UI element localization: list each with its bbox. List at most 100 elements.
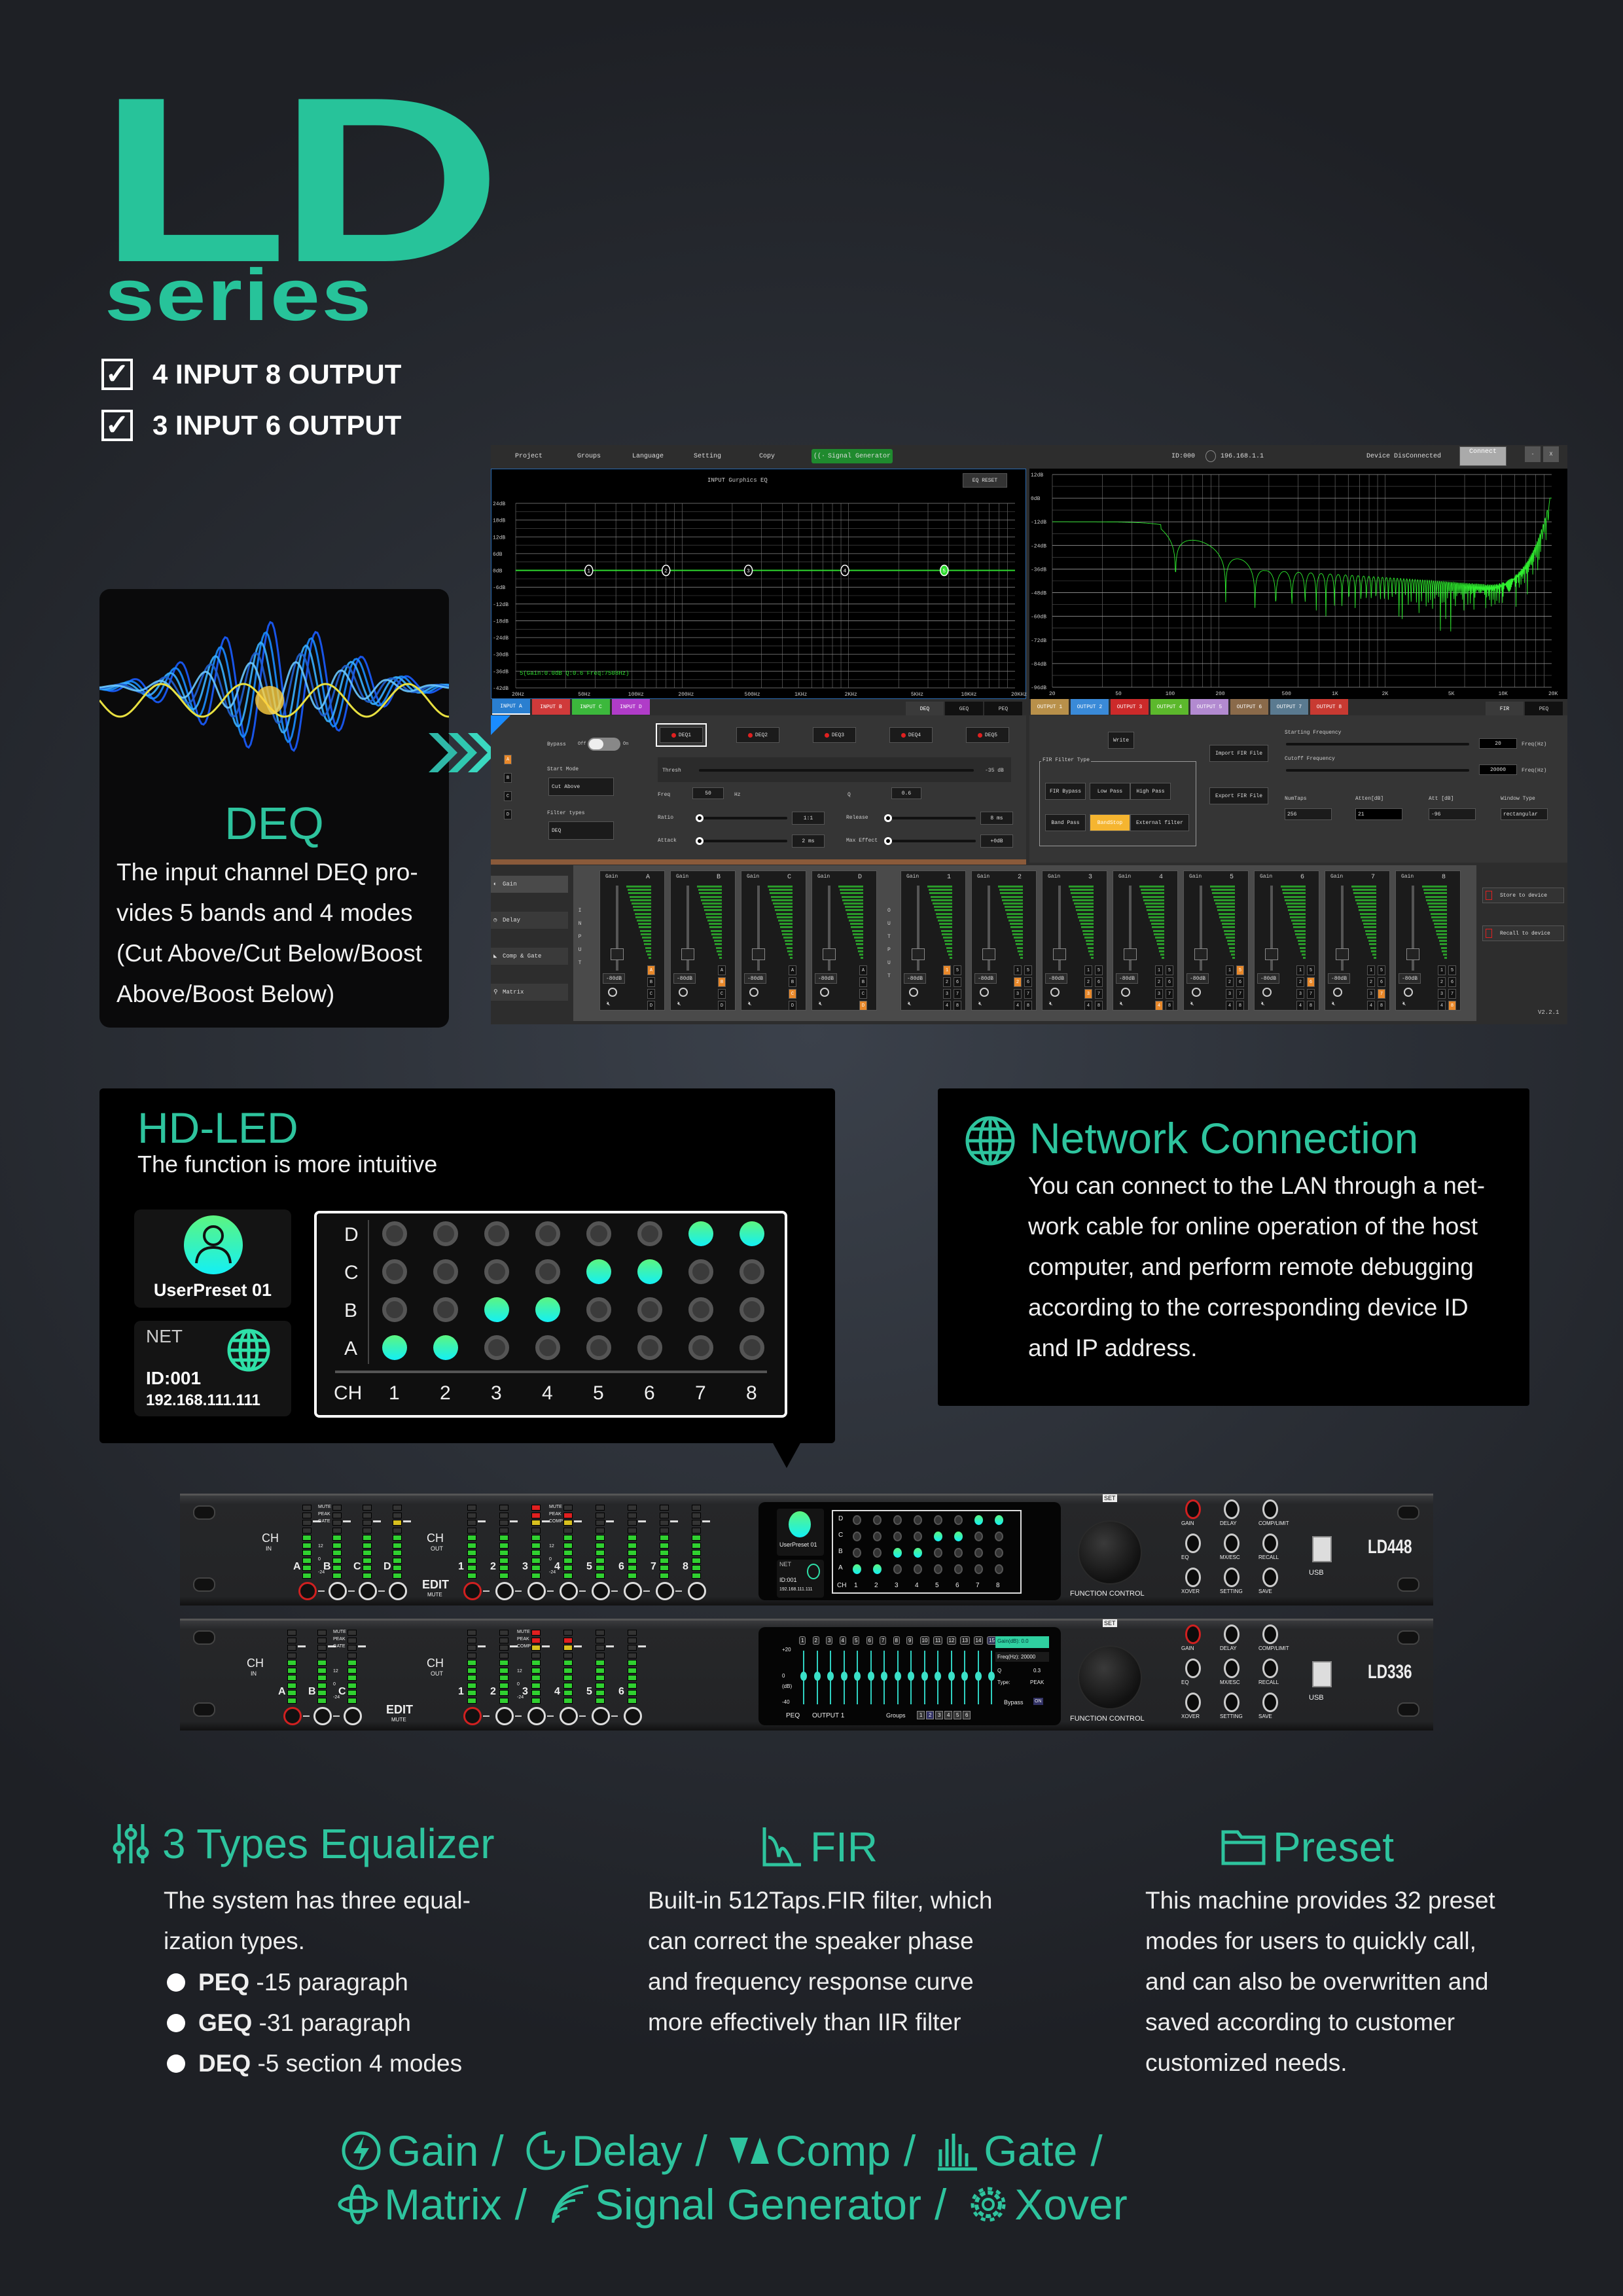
function-button-eq[interactable] xyxy=(1185,1659,1201,1678)
channel-edit-button[interactable] xyxy=(298,1582,317,1600)
deq-band-1-button[interactable]: DEQ1 xyxy=(656,723,707,747)
phase-knob[interactable] xyxy=(1121,988,1130,997)
fader-handle[interactable] xyxy=(1336,948,1349,960)
fir-type-external-filter[interactable]: External filter xyxy=(1130,814,1189,831)
nav-matrix[interactable]: ⚲ Matrix xyxy=(491,984,568,1001)
num-taps-select[interactable]: 256 xyxy=(1285,808,1332,820)
atten-select[interactable]: 21 xyxy=(1355,808,1402,820)
tab-output-2[interactable]: OUTPUT 2 xyxy=(1071,699,1109,715)
fader-handle[interactable] xyxy=(1124,948,1137,960)
channel-edit-button[interactable] xyxy=(283,1707,302,1725)
route-button[interactable]: 6 xyxy=(1166,977,1173,987)
tab-output-1[interactable]: OUTPUT 1 xyxy=(1031,699,1069,715)
fader-handle[interactable] xyxy=(681,948,694,960)
function-button-delay[interactable] xyxy=(1224,1624,1240,1644)
function-button-setting[interactable] xyxy=(1224,1568,1240,1587)
usb-port[interactable] xyxy=(1312,1536,1332,1562)
route-button[interactable]: C xyxy=(789,989,796,999)
gain-fader[interactable] xyxy=(823,886,836,971)
route-button[interactable]: 7 xyxy=(1378,989,1385,999)
route-button[interactable]: 2 xyxy=(1296,977,1304,987)
start-freq-slider[interactable] xyxy=(1286,743,1469,745)
channel-edit-button[interactable] xyxy=(329,1582,347,1600)
function-button-recall[interactable] xyxy=(1262,1534,1278,1553)
function-button-save[interactable] xyxy=(1262,1568,1278,1587)
slider-handle[interactable] xyxy=(696,814,704,822)
band-slider-knob[interactable] xyxy=(974,1672,982,1681)
store-to-device-button[interactable]: Store to device xyxy=(1482,888,1564,903)
route-button[interactable]: 5 xyxy=(1307,965,1315,975)
cutoff-freq-slider[interactable] xyxy=(1286,769,1469,772)
route-button[interactable]: 2 xyxy=(1226,977,1234,987)
gain-fader[interactable] xyxy=(982,886,995,971)
band-slider-knob[interactable] xyxy=(881,1672,887,1681)
route-button[interactable]: A xyxy=(859,965,867,975)
deq-band-4-button[interactable]: DEQ4 xyxy=(889,727,933,743)
channel-edit-button[interactable] xyxy=(495,1707,514,1725)
band-number[interactable]: 10 xyxy=(919,1636,930,1645)
thresh-slider[interactable] xyxy=(699,769,974,772)
phase-knob[interactable] xyxy=(909,988,918,997)
mute-icon[interactable]: 🔇︎ xyxy=(607,1001,611,1007)
write-button[interactable]: Write xyxy=(1108,732,1134,749)
phase-knob[interactable] xyxy=(980,988,989,997)
close-button[interactable]: X xyxy=(1543,446,1559,462)
fir-type-band-pass[interactable]: Band Pass xyxy=(1045,814,1086,831)
band-number[interactable]: 12 xyxy=(946,1636,957,1645)
route-button[interactable]: 5 xyxy=(1095,965,1103,975)
bypass-state[interactable]: ON xyxy=(1033,1698,1043,1705)
route-button[interactable]: 5 xyxy=(1166,965,1173,975)
route-button[interactable]: 4 xyxy=(1367,1001,1375,1011)
mute-icon[interactable]: 🔇︎ xyxy=(1049,1001,1053,1007)
route-button[interactable]: 7 xyxy=(1095,989,1103,999)
function-control-knob[interactable] xyxy=(1078,1645,1142,1710)
route-button[interactable]: 1 xyxy=(1367,965,1375,975)
band-slider-knob[interactable] xyxy=(988,1672,995,1681)
route-button[interactable]: 7 xyxy=(954,989,961,999)
route-button[interactable]: 3 xyxy=(1155,989,1163,999)
mute-icon[interactable]: 🔇︎ xyxy=(1261,1001,1265,1007)
phase-knob[interactable] xyxy=(679,988,688,997)
route-button[interactable]: 6 xyxy=(1307,977,1315,987)
route-button[interactable]: 2 xyxy=(1084,977,1092,987)
route-button[interactable]: D xyxy=(859,1001,867,1011)
start-mode-select[interactable]: Cut Above xyxy=(548,778,614,796)
tab-input-a[interactable]: INPUT A xyxy=(492,699,530,715)
fader-handle[interactable] xyxy=(1194,948,1207,960)
route-button[interactable]: 2 xyxy=(1155,977,1163,987)
band-slider-knob[interactable] xyxy=(948,1672,955,1681)
band-number[interactable]: 4 xyxy=(839,1636,846,1645)
tab-geq[interactable]: GEQ xyxy=(945,702,983,716)
band-number[interactable]: 11 xyxy=(933,1636,943,1645)
filter-type-select[interactable]: DEQ xyxy=(548,821,614,840)
phase-knob[interactable] xyxy=(1192,988,1201,997)
fader-handle[interactable] xyxy=(1265,948,1278,960)
function-button-comp-limit[interactable] xyxy=(1262,1499,1278,1519)
function-button-recall[interactable] xyxy=(1262,1659,1278,1678)
route-button[interactable]: 5 xyxy=(954,965,961,975)
band-number[interactable]: 1 xyxy=(799,1636,806,1645)
route-button[interactable]: 1 xyxy=(1084,965,1092,975)
gain-fader[interactable] xyxy=(1194,886,1207,971)
route-button[interactable]: B xyxy=(859,977,867,987)
q-spinner[interactable]: 0.6 xyxy=(891,787,921,799)
route-button[interactable]: 2 xyxy=(1367,977,1375,987)
route-button[interactable]: 7 xyxy=(1024,989,1032,999)
gain-fader[interactable] xyxy=(611,886,624,971)
connect-button[interactable]: Connect xyxy=(1459,446,1507,466)
route-button[interactable]: 8 xyxy=(954,1001,961,1011)
route-button[interactable]: 8 xyxy=(1448,1001,1456,1011)
group-button[interactable]: 2 xyxy=(926,1711,935,1719)
function-button-eq[interactable] xyxy=(1185,1534,1201,1553)
function-control-knob[interactable] xyxy=(1078,1520,1142,1585)
group-button[interactable]: 5 xyxy=(954,1711,962,1719)
route-button[interactable]: 7 xyxy=(1448,989,1456,999)
eq-graph[interactable]: 24dB 18dB 12dB 6dB 0dB -6dB -12dB -18dB -24dB -30… xyxy=(491,469,1027,700)
channel-edit-button[interactable] xyxy=(495,1582,514,1600)
gain-fader[interactable] xyxy=(1124,886,1137,971)
route-button[interactable]: 3 xyxy=(1296,989,1304,999)
route-button[interactable]: 4 xyxy=(1226,1001,1234,1011)
fader-handle[interactable] xyxy=(823,948,836,960)
gain-fader[interactable] xyxy=(681,886,694,971)
fader-handle[interactable] xyxy=(1406,948,1419,960)
